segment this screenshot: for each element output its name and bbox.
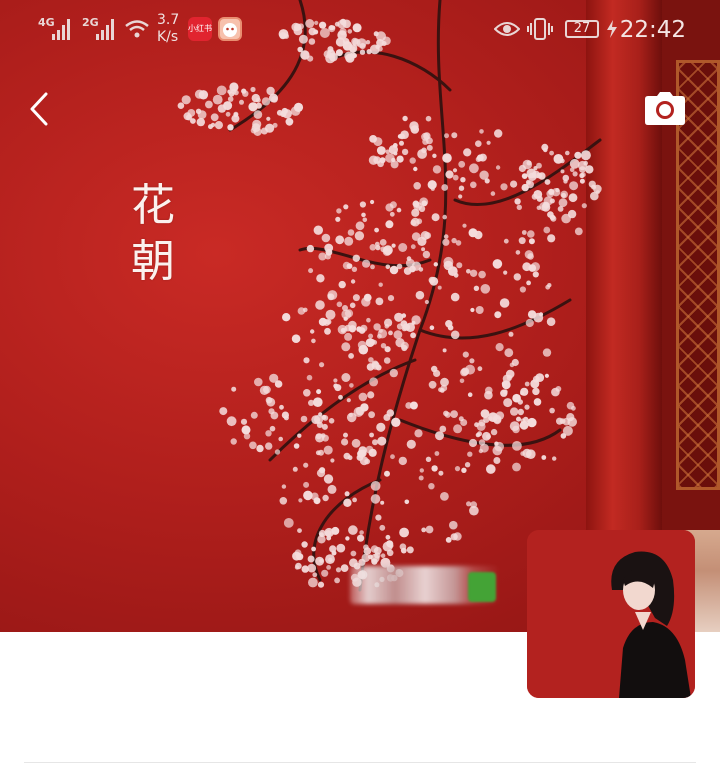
wifi-icon (125, 20, 149, 38)
signal-bars-2-icon (96, 18, 118, 40)
camera-icon (645, 92, 685, 125)
network-speed: 3.7 K/s (157, 12, 179, 46)
section-divider (24, 762, 696, 763)
clock: 22:42 (619, 17, 686, 43)
back-button[interactable] (26, 92, 56, 126)
cover-title-char-1: 花 (131, 180, 175, 231)
avatar-image (527, 530, 695, 698)
cover-title-char-2: 朝 (131, 236, 175, 287)
network-speed-unit: K/s (157, 29, 179, 45)
change-cover-button[interactable] (644, 92, 686, 126)
eye-icon (494, 22, 520, 36)
xiaohongshu-app-icon: 小红书 (188, 17, 212, 41)
network-speed-value: 3.7 (157, 12, 180, 28)
status-bar: 4G 2G 3.7 K/s 小红书 27 22:42 (0, 0, 720, 60)
verified-badge-icon (468, 572, 496, 602)
signal-bars-1-icon (52, 18, 74, 40)
charging-icon (607, 20, 617, 38)
battery-indicator: 27 (565, 20, 599, 38)
chevron-left-icon (30, 92, 48, 126)
vibrate-icon (527, 18, 553, 40)
cover-title: 花 朝 (128, 178, 178, 290)
cat-app-icon (218, 17, 242, 41)
profile-avatar[interactable] (527, 530, 695, 698)
